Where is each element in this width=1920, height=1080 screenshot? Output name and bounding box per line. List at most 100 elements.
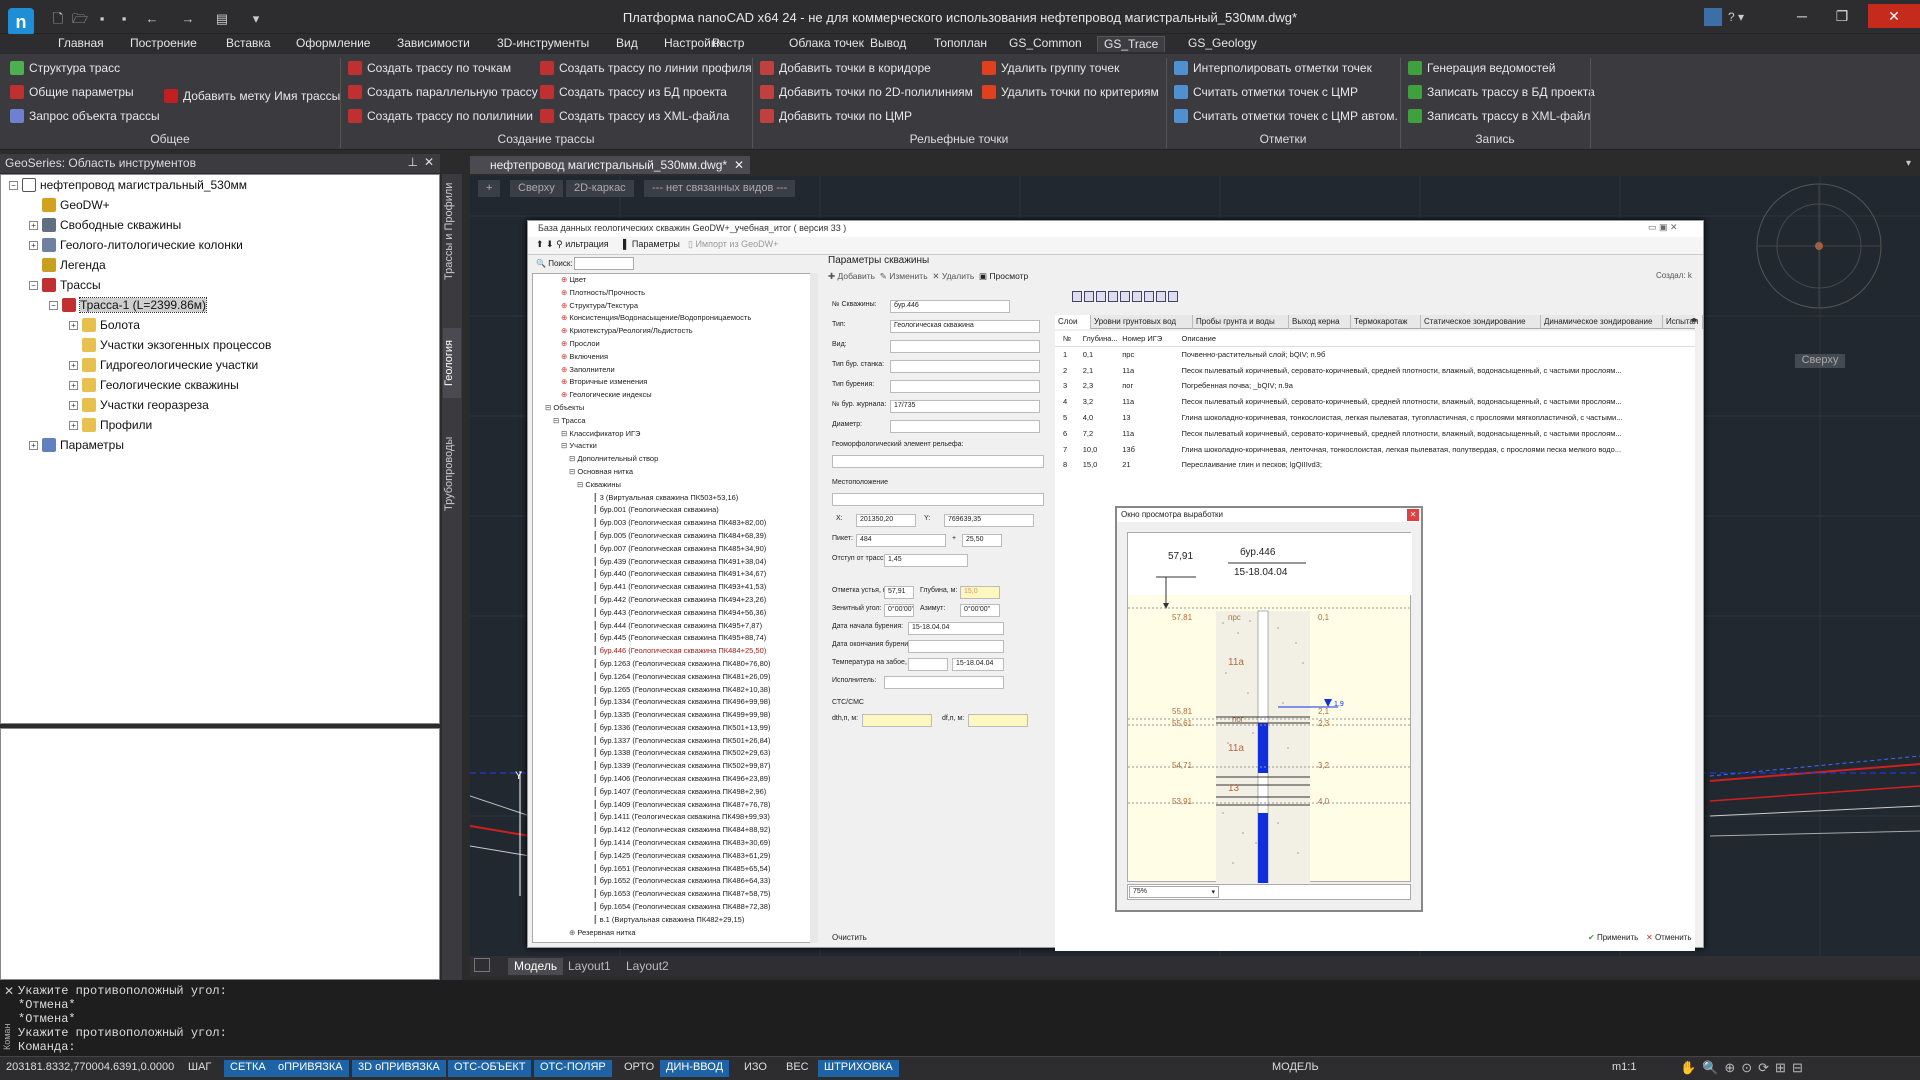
menu-item[interactable]: Облака точек <box>789 36 864 52</box>
well-tree-item[interactable]: ┃ бур.1334 (Геологическая скважина ПК496… <box>533 696 817 709</box>
location-select[interactable] <box>832 493 1044 506</box>
ribbon-button-general-1[interactable]: Общие параметры <box>10 82 134 102</box>
well-tree-item[interactable]: ┃ бур.1339 (Геологическая скважина ПК502… <box>533 760 817 773</box>
close-button[interactable]: ✕ <box>1868 4 1920 28</box>
preview-close-button[interactable]: ✕ <box>1407 509 1419 521</box>
tree-node[interactable]: + Гидрогеологические участки <box>1 355 439 375</box>
layout-tab[interactable]: Layout1 <box>562 958 617 975</box>
tree-node[interactable]: + Профили <box>1 415 439 435</box>
tree-expand-icon[interactable]: + <box>69 360 78 370</box>
status-toggle[interactable]: 3D оПРИВЯЗКА <box>352 1060 446 1077</box>
status-toggle[interactable]: ШАГ <box>182 1060 217 1077</box>
status-toggle[interactable]: ВЕС <box>780 1060 815 1077</box>
well-tree-item[interactable]: ┃ бур.439 (Геологическая скважина ПК491+… <box>533 556 817 569</box>
tree-node[interactable]: + Свободные скважины <box>1 215 439 235</box>
tree-node[interactable]: − Трассы <box>1 275 439 295</box>
ribbon-button-create-0[interactable]: Создать трассу по точкам <box>348 58 511 78</box>
app-logo[interactable]: n <box>8 8 34 36</box>
menu-item[interactable]: GS_Common <box>1009 36 1082 52</box>
picket-input[interactable]: 484 <box>856 534 946 547</box>
layer-tab[interactable]: Динамическое зондирование <box>1541 315 1663 329</box>
import-button[interactable]: ▯ Импорт из GeoDW+ <box>688 239 778 250</box>
table-row[interactable]: 3 2,3 пог Погребенная почва; _bQIV; п.9а <box>1055 378 1695 394</box>
ribbon-button-marks-1[interactable]: Считать отметки точек с ЦМР <box>1174 82 1358 102</box>
menu-item[interactable]: Вставка <box>226 36 271 52</box>
ribbon-button-general-0[interactable]: Структура трасс <box>10 58 120 78</box>
search-input[interactable] <box>574 257 634 270</box>
layer-tab[interactable]: Уровни грунтовых вод <box>1091 315 1193 329</box>
dialog-tree-node[interactable]: ⊕ Включения <box>533 351 817 364</box>
well-tree-item[interactable]: ┃ в.1 (Виртуальная скважина ПК482+29,15) <box>533 914 817 927</box>
ribbon-button-general-3[interactable]: Добавить метку Имя трассы <box>164 86 340 106</box>
column-header[interactable]: № <box>1063 331 1083 346</box>
ribbon-button-write-2[interactable]: Записать трассу в XML-файл <box>1408 106 1590 126</box>
dialog-window-controls[interactable]: ▭ ▣ ✕ <box>1648 222 1678 233</box>
well-tree-item[interactable]: ┃ бур.1653 (Геологическая скважина ПК487… <box>533 888 817 901</box>
x-input[interactable]: 201350,20 <box>856 514 916 527</box>
well-tree-item[interactable]: ┃ бур.005 (Геологическая скважина ПК484+… <box>533 530 817 543</box>
tree-expand-icon[interactable] <box>69 341 78 350</box>
dialog-tree-node[interactable]: ⊕ Цвет <box>533 274 817 287</box>
well-tree-item[interactable]: ┃ бур.003 (Геологическая скважина ПК483+… <box>533 517 817 530</box>
dialog-tree-node[interactable]: ⊕ Плотность/Прочность <box>533 287 817 300</box>
column-header[interactable]: Глубина... <box>1083 331 1123 346</box>
help-icon[interactable]: ? ▾ <box>1728 10 1744 24</box>
ribbon-button-create-5[interactable]: Создать трассу из XML-файла <box>540 106 729 126</box>
well-tree-item[interactable]: ┃ бур.1406 (Геологическая скважина ПК496… <box>533 773 817 786</box>
tree-scrollbar[interactable] <box>810 273 818 943</box>
menu-item[interactable]: GS_Geology <box>1188 36 1257 52</box>
apply-button[interactable]: ✔ Применить <box>1588 933 1638 942</box>
viewport-button[interactable]: 2D-каркас <box>566 180 634 197</box>
dth-input[interactable] <box>862 714 932 727</box>
workspace-icon[interactable] <box>1704 8 1722 26</box>
redo-icon[interactable]: → <box>180 12 196 26</box>
maximize-button[interactable]: ❐ <box>1820 4 1864 28</box>
well-tree-item[interactable]: ⊕ Резервная нитка <box>533 927 817 940</box>
ribbon-button-relief-1[interactable]: Добавить точки по 2D-полилиниям <box>760 82 973 102</box>
dialog-tree-node[interactable]: ⊟ Объекты <box>533 402 817 415</box>
filter-button[interactable]: ⬆ ⬇ ⚲ ильтрация <box>536 239 609 250</box>
document-tab[interactable]: нефтепровод магистральный_530мм.dwg* ✕ <box>470 156 750 174</box>
dialog-tree-node[interactable]: ⊕ Структура/Текстура <box>533 300 817 313</box>
viewport-button[interactable]: Сверху <box>510 180 563 197</box>
table-row[interactable]: 4 3,2 11а Песок пылеватый коричневый, серов… <box>1055 394 1695 410</box>
ribbon-button-marks-2[interactable]: Считать отметки точек с ЦМР автом. <box>1174 106 1398 126</box>
field-input[interactable]: 17/735 <box>890 400 1040 413</box>
azimuth-input[interactable]: 0°00'00" <box>960 604 1000 617</box>
viewport-button[interactable]: --- нет связанных видов --- <box>644 180 796 197</box>
tabs-scroll-icon[interactable]: ◂▸ <box>1690 315 1698 324</box>
zoom-select[interactable]: 75% ▾ <box>1129 886 1219 898</box>
well-tree-item[interactable]: ┃ бур.1411 (Геологическая скважина ПК498… <box>533 811 817 824</box>
quick-access-dropdown-icon[interactable]: ▾ <box>248 12 264 26</box>
ribbon-button-create-3[interactable]: Создать трассу по линии профиля <box>540 58 752 78</box>
field-input[interactable] <box>890 360 1040 373</box>
dialog-tree-node[interactable]: ⊕ Геологические индексы <box>533 389 817 402</box>
dialog-tree-node[interactable]: ⊟ Скважины <box>533 479 817 492</box>
dialog-tree-node[interactable]: ⊕ Прослои <box>533 338 817 351</box>
temp-input[interactable] <box>908 658 948 671</box>
viewport-button[interactable]: + <box>478 180 501 197</box>
column-header[interactable]: Описание <box>1182 331 1696 346</box>
field-input[interactable]: бур.446 <box>890 300 1010 313</box>
table-row[interactable]: 2 2,1 11а Песок пылеватый коричневый, серов… <box>1055 363 1695 379</box>
tree-expand-icon[interactable]: − <box>49 300 58 310</box>
layer-tool-icon[interactable] <box>1084 291 1094 302</box>
tree-node[interactable]: − нефтепровод магистральный_530мм <box>1 175 439 195</box>
executor-select[interactable] <box>884 676 1004 689</box>
status-toggle[interactable]: оПРИВЯЗКА <box>272 1060 349 1077</box>
tabs-dropdown-icon[interactable]: ▾ <box>1906 158 1911 169</box>
ribbon-button-create-1[interactable]: Создать параллельную трассу <box>348 82 538 102</box>
temp-date-input[interactable]: 15-18.04.04 <box>952 658 1004 671</box>
well-tree-item[interactable]: ┃ бур.1338 (Геологическая скважина ПК502… <box>533 747 817 760</box>
layer-tab[interactable]: Термокаротаж <box>1351 315 1421 329</box>
well-tree-item[interactable]: ┃ бур.1651 (Геологическая скважина ПК485… <box>533 863 817 876</box>
edit-button[interactable]: ✎ Изменить <box>880 271 928 281</box>
well-tree-item[interactable]: ┃ бур.1409 (Геологическая скважина ПК487… <box>533 799 817 812</box>
ribbon-button-create-4[interactable]: Создать трассу из БД проекта <box>540 82 727 102</box>
well-tree-item[interactable]: ┃ бур.444 (Геологическая скважина ПК495+… <box>533 620 817 633</box>
layer-tab[interactable]: Выход керна <box>1289 315 1351 329</box>
status-tools-icons[interactable]: ✋🔍⊕⊙⟳⊞⊟ <box>1680 1060 1809 1076</box>
params-button[interactable]: ▌ Параметры <box>623 239 680 249</box>
vtab-routes[interactable]: Трассы и Профили <box>443 176 461 286</box>
panel-close-icon[interactable]: ✕ <box>424 155 434 169</box>
